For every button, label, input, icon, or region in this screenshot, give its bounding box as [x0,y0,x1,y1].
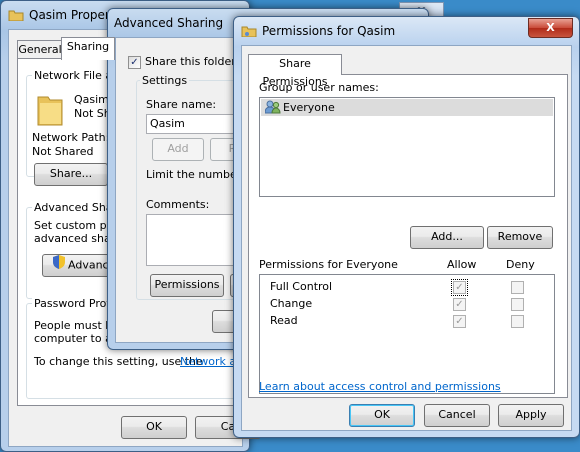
allow-change-checkbox[interactable]: ✓ [453,298,466,311]
advanced-title: Advanced Sharing [114,16,224,30]
tab-share-permissions[interactable]: Share Permissions [248,54,342,88]
share-permissions-panel: Group or user names: Everyone Add... Rem… [248,74,568,398]
learn-access-control-link[interactable]: Learn about access control and permissio… [259,380,501,393]
permissions-apply-button[interactable]: Apply [498,404,564,427]
permissions-list: Full Control ✓ Change ✓ Read ✓ [259,274,555,394]
share-name-label: Share name: [146,98,217,111]
permission-name-read: Read [270,314,298,327]
allow-full-control-checkbox[interactable]: ✓ [451,279,468,296]
tab-sharing[interactable]: Sharing [61,37,115,60]
user-list-item-everyone[interactable]: Everyone [261,99,553,116]
permissions-ok-button[interactable]: OK [349,404,415,427]
permissions-title: Permissions for Qasim [262,24,396,38]
folder-share-status: Not Sh [74,107,111,120]
share-folder-label: Share this folder [145,55,236,68]
folder-icon [8,8,24,22]
network-path-label: Network Path: [32,131,110,144]
share-name-add-button[interactable]: Add [152,138,204,161]
deny-column-header: Deny [506,258,535,271]
permissions-button[interactable]: Permissions [150,274,224,297]
tab-share-permissions-label: Share Permissions [262,57,328,88]
tab-sharing-label: Sharing [66,40,110,53]
permissions-for-label: Permissions for Everyone [259,258,398,271]
share-name-value: Qasim [150,117,185,130]
remove-user-button[interactable]: Remove [487,226,553,249]
share-folder-checkbox[interactable]: ✓ [128,56,141,69]
permissions-close-button[interactable]: X [528,18,573,38]
comments-label: Comments: [146,198,210,211]
permission-name-full-control: Full Control [270,280,333,293]
deny-read-checkbox[interactable] [511,315,524,328]
add-user-button[interactable]: Add... [410,226,484,249]
password-change-text: To change this setting, use the [34,355,203,368]
folder-name: Qasim [74,93,109,106]
allow-column-header: Allow [447,258,477,271]
permissions-window: Permissions for Qasim X Share Permission… [233,16,580,438]
network-path-value: Not Shared [32,145,94,158]
uac-shield-icon [53,255,65,276]
share-button[interactable]: Share... [34,163,108,186]
user-list[interactable]: Everyone [259,97,555,197]
shared-folder-icon [36,93,64,130]
user-name-everyone: Everyone [283,101,335,114]
deny-full-control-checkbox[interactable] [511,281,524,294]
users-group-icon [264,100,281,117]
permission-name-change: Change [270,297,313,310]
deny-change-checkbox[interactable] [511,298,524,311]
permissions-cancel-button[interactable]: Cancel [424,404,490,427]
shared-folder-title-icon [241,24,257,38]
properties-ok-button[interactable]: OK [121,416,187,439]
permissions-client: Share Permissions Group or user names: E… [241,45,572,431]
tab-general-label: General [18,43,62,56]
allow-read-checkbox[interactable]: ✓ [453,315,466,328]
tab-general[interactable]: General [17,40,63,59]
settings-group-title: Settings [140,74,190,87]
